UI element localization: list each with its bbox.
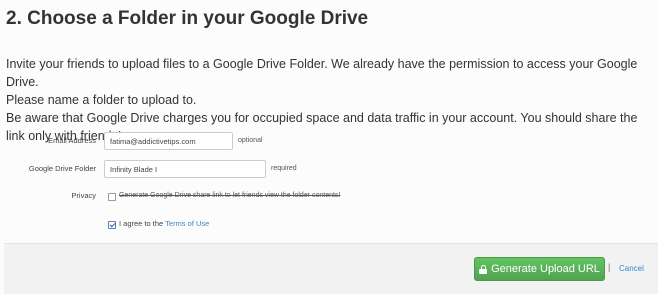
folder-name-field[interactable]: [104, 160, 266, 178]
privacy-label: Privacy: [71, 191, 96, 200]
separator: |: [608, 262, 611, 272]
cancel-link[interactable]: Cancel: [619, 264, 644, 273]
lock-icon: [479, 264, 488, 274]
page: 2. Choose a Folder in your Google Drive …: [0, 0, 658, 294]
agree-row: I agree to the Terms of Use: [0, 214, 658, 236]
folder-hint: required: [271, 165, 297, 172]
generate-button-label: Generate Upload URL: [491, 263, 600, 275]
agree-checkbox[interactable]: [108, 221, 116, 229]
agree-label: I agree to the Terms of Use: [119, 214, 209, 234]
agree-prefix: I agree to the: [119, 219, 164, 228]
privacy-row: Privacy Generate Google Drive share link…: [0, 186, 658, 208]
email-hint: optional: [238, 137, 263, 144]
privacy-checkbox[interactable]: [108, 193, 116, 201]
email-row: Email Address optional: [0, 131, 658, 153]
folder-label: Google Drive Folder: [28, 164, 96, 173]
form-footer: Generate Upload URL | Cancel: [4, 243, 658, 294]
page-title: 2. Choose a Folder in your Google Drive: [6, 8, 369, 29]
description-line-2: Please name a folder to upload to.: [6, 93, 197, 107]
email-field[interactable]: [104, 132, 233, 150]
description-line-1: Invite your friends to upload files to a…: [6, 57, 638, 89]
terms-of-use-link[interactable]: Terms of Use: [165, 219, 209, 228]
generate-upload-url-button[interactable]: Generate Upload URL: [474, 257, 605, 281]
folder-row: Google Drive Folder required: [0, 159, 658, 181]
privacy-option-text: Generate Google Drive share link to let …: [119, 192, 341, 199]
email-label: Email Address: [48, 136, 96, 145]
